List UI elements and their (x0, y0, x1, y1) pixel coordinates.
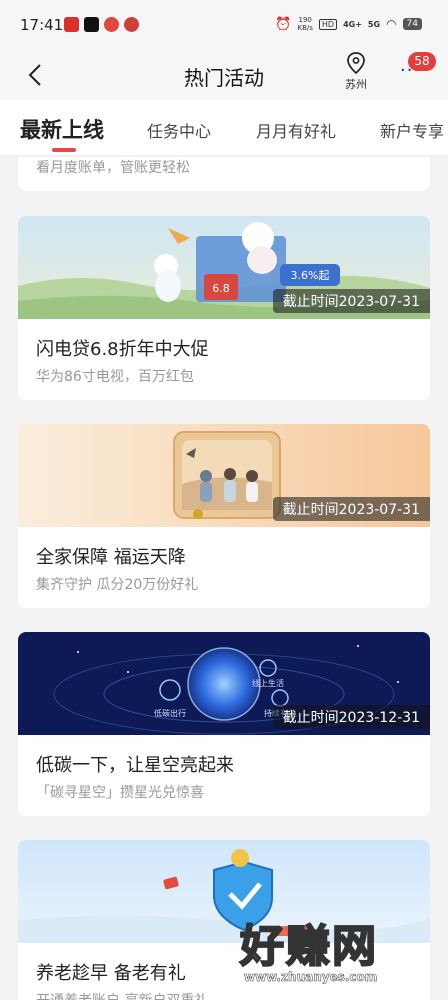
promo-badge-text: 6.8 (212, 282, 230, 295)
card-title: 闪电贷6.8折年中大促 (36, 339, 209, 360)
status-right: ⏰ 190 KB/s HD 4G+ 5G ◠ 74 (275, 16, 422, 32)
card-banner-image: 截止时间2023-07-31 (18, 424, 430, 527)
tab-latest[interactable]: 最新上线 (20, 114, 104, 144)
battery-icon: 74 (402, 18, 422, 30)
activity-list: 看月度账单，管账更轻松 6.8 3.6%起 截止时间2023-07-31 闪电贷… (0, 157, 448, 1000)
top-navbar: 热门活动 苏州 ··· 58 (0, 52, 448, 100)
banner-label-b: 线上生活 (252, 678, 284, 688)
page-title: 热门活动 (184, 66, 264, 90)
banner-label-a: 低碳出行 (154, 708, 186, 718)
tab-monthly-gifts[interactable]: 月月有好礼 (256, 118, 336, 142)
card-banner-image: 低碳出行 线上生活 持续有效 截止时间2023-12-31 (18, 632, 430, 735)
card-subtitle: 看月度账单，管账更轻松 (36, 160, 190, 176)
tab-new-user[interactable]: 新户专享 (380, 118, 444, 142)
city-label: 苏州 (345, 78, 367, 91)
promo-rate-text: 3.6%起 (291, 269, 330, 282)
card-subtitle: 集齐守护 瓜分20万份好礼 (36, 577, 199, 593)
card-subtitle: 华为86寸电视，百万红包 (36, 369, 194, 385)
location-button[interactable]: 苏州 (340, 52, 372, 92)
watermark-text: 好赚网 (239, 920, 378, 973)
deadline-label: 截止时间2023-07-31 (272, 497, 430, 521)
category-tabs: 最新上线 任务中心 月月有好礼 新户专享 (0, 100, 448, 156)
hd-icon: HD (318, 18, 338, 30)
card-subtitle: 开通养老账户 享新户双重礼 (36, 990, 208, 1000)
net-speed: 190 KB/s (297, 16, 313, 32)
card-title: 低碳一下，让星空亮起来 (36, 755, 234, 776)
status-app-icons (64, 17, 139, 32)
card-title: 养老趁早 备老有礼 (36, 963, 186, 984)
tiktok-icon (84, 17, 99, 32)
card-banner-image: 6.8 3.6%起 截止时间2023-07-31 (18, 216, 430, 319)
app-link-icon (124, 17, 139, 32)
card-subtitle: 「碳寻星空」攒星光兑惊喜 (36, 785, 204, 801)
tab-task-center[interactable]: 任务中心 (147, 118, 211, 142)
message-count-badge: 58 (408, 52, 436, 71)
status-bar: 17:41 ⏰ 190 KB/s HD 4G+ 5G ◠ 74 (0, 0, 448, 52)
app-red-icon (104, 17, 119, 32)
alarm-icon: ⏰ (275, 16, 292, 32)
wifi-icon: ◠ (386, 17, 397, 31)
activity-card[interactable]: 6.8 3.6%起 截止时间2023-07-31 闪电贷6.8折年中大促 华为8… (18, 216, 430, 400)
active-tab-indicator (52, 148, 76, 152)
watermark-url: www.zhuanyes.com (244, 970, 378, 985)
location-pin-icon (347, 52, 365, 74)
deadline-label: 截止时间2023-12-31 (272, 705, 430, 729)
watermark-logo: 好赚网 www.zhuanyes.com (236, 908, 436, 998)
activity-card[interactable]: 低碳出行 线上生活 持续有效 截止时间2023-12-31 低碳一下，让星空亮起… (18, 632, 430, 816)
activity-card[interactable]: 截止时间2023-07-31 全家保障 福运天降 集齐守护 瓜分20万份好礼 (18, 424, 430, 608)
activity-card[interactable]: 看月度账单，管账更轻松 (18, 157, 430, 191)
deadline-label: 截止时间2023-07-31 (272, 289, 430, 313)
signal-4g-icon: 4G+ (343, 19, 362, 29)
status-time: 17:41 (20, 16, 64, 34)
card-title: 全家保障 福运天降 (36, 547, 186, 568)
signal-5g-icon: 5G (367, 19, 381, 29)
app-notification-icon (64, 17, 79, 32)
